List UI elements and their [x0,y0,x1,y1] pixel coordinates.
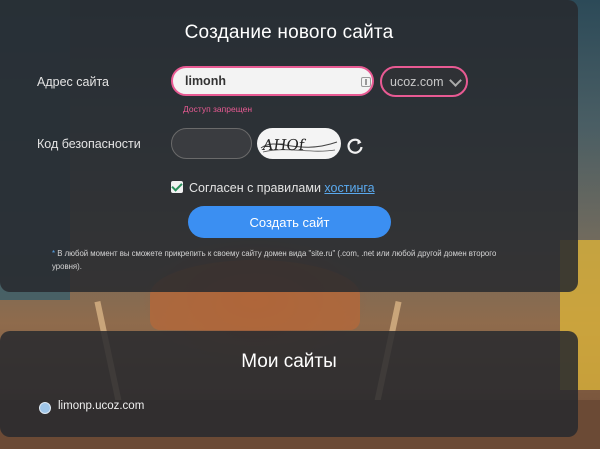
domain-selected-value: ucoz.com [390,75,444,89]
refresh-icon[interactable] [345,136,365,156]
globe-icon [39,402,51,414]
security-code-input[interactable] [171,128,252,159]
agree-text: Согласен с правилами хостинга [189,181,375,195]
create-site-button[interactable]: Создать сайт [188,206,391,238]
agree-label: Согласен с правилами [189,181,321,195]
address-error-text: Доступ запрещен [183,104,253,114]
site-address-input[interactable] [171,66,374,96]
keyboard-icon[interactable] [361,77,371,87]
security-code-label: Код безопасности [37,137,141,151]
hosting-rules-link[interactable]: хостинга [324,181,374,195]
site-list-item[interactable]: limonp.ucoz.com [58,400,144,412]
agree-checkbox[interactable] [171,180,183,193]
my-sites-panel [0,331,578,437]
captcha-image: AHOf [257,128,341,159]
create-site-title: Создание нового сайта [184,22,394,43]
site-address-label: Адрес сайта [37,75,109,89]
note-asterisk: * [52,249,56,258]
captcha-graphic: AHOf [260,136,338,154]
captcha-text: AHOf [260,136,307,154]
note-text: В любой момент вы сможете прикрепить к с… [52,249,497,271]
my-sites-title: Мои сайты [241,351,337,372]
check-icon [171,180,183,192]
domain-note: * В любой момент вы сможете прикрепить к… [52,247,522,273]
